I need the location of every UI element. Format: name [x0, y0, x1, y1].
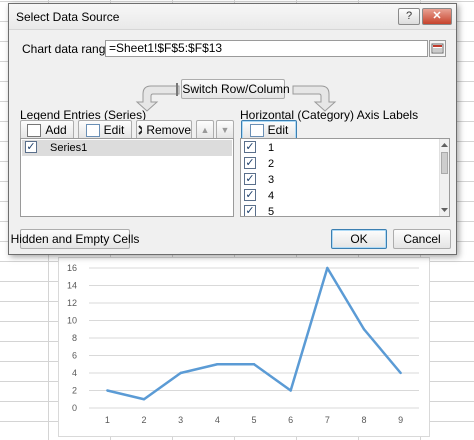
edit-icon	[249, 123, 264, 137]
right-curved-arrow-icon	[292, 85, 337, 112]
help-button[interactable]: ?	[398, 8, 420, 25]
list-item[interactable]: ✓ 4	[242, 188, 438, 204]
y-tick-label: 12	[67, 298, 77, 308]
chart-data-range-input[interactable]: =Sheet1!$F$5:$F$13	[105, 40, 428, 57]
axis-label-checkbox[interactable]: ✓	[244, 173, 256, 185]
data-point	[289, 389, 292, 392]
axis-label-checkbox[interactable]: ✓	[244, 189, 256, 201]
axis-list-scrollbar[interactable]	[439, 139, 449, 216]
data-point	[326, 266, 329, 270]
data-point	[252, 363, 256, 366]
range-select-icon	[431, 43, 444, 54]
data-point	[216, 363, 219, 366]
remove-x-icon	[138, 125, 143, 135]
edit-icon	[85, 123, 100, 137]
switch-row-column-label: Switch Row/Column	[182, 82, 290, 96]
close-button[interactable]: ✕	[422, 8, 452, 25]
data-point	[399, 371, 402, 375]
list-item[interactable]: ✓ 1	[242, 140, 438, 156]
data-point	[106, 389, 109, 392]
axis-label-value: 2	[268, 158, 275, 170]
scroll-thumb[interactable]	[441, 152, 448, 174]
edit-series-button[interactable]: Edit	[78, 120, 132, 140]
add-series-button[interactable]: Add	[20, 120, 74, 140]
move-down-button[interactable]: ▼	[216, 120, 234, 140]
x-tick-label: 8	[361, 415, 366, 425]
data-point	[142, 398, 146, 401]
edit-series-label: Edit	[103, 123, 125, 137]
axis-label-checkbox[interactable]: ✓	[244, 141, 256, 153]
y-tick-label: 10	[67, 316, 77, 326]
collapse-dialog-button[interactable]	[429, 40, 446, 57]
series-label: Series1	[50, 142, 88, 154]
data-point	[179, 371, 182, 375]
y-tick-label: 2	[72, 386, 77, 396]
dialog-title: Select Data Source	[16, 10, 120, 24]
axis-labels-list[interactable]: ✓ 1 ✓ 2 ✓ 3 ✓ 4 ✓ 5	[240, 138, 450, 217]
y-tick-label: 0	[72, 403, 77, 413]
axis-label-value: 4	[268, 190, 275, 202]
cancel-button[interactable]: Cancel	[393, 229, 451, 249]
list-item[interactable]: ✓ 5	[242, 204, 438, 217]
y-tick-label: 8	[72, 333, 77, 343]
scroll-up-icon[interactable]	[440, 141, 449, 149]
switch-icon	[176, 82, 179, 96]
left-curved-arrow-icon	[135, 85, 180, 112]
add-icon	[27, 123, 42, 137]
add-series-label: Add	[45, 123, 67, 137]
y-tick-label: 6	[72, 351, 77, 361]
hidden-empty-cells-button[interactable]: Hidden and Empty Cells	[11, 229, 139, 249]
x-tick-label: 4	[215, 415, 220, 425]
move-up-button[interactable]: ▲	[196, 120, 214, 140]
series-line	[107, 266, 402, 401]
y-tick-label: 16	[67, 263, 77, 273]
edit-axis-label: Edit	[267, 123, 289, 137]
data-point	[362, 328, 366, 331]
list-item[interactable]: ✓ Series1	[22, 140, 232, 156]
scroll-down-icon[interactable]	[440, 206, 449, 214]
x-tick-label: 3	[178, 415, 183, 425]
axis-label-value: 1	[268, 142, 275, 154]
list-item[interactable]: ✓ 3	[242, 172, 438, 188]
chart-data-range-label: Chart data range:	[22, 42, 116, 56]
edit-axis-labels-button[interactable]: Edit	[241, 120, 297, 140]
axis-label-checkbox[interactable]: ✓	[244, 157, 256, 169]
axis-label-value: 5	[268, 206, 275, 217]
legend-entries-list[interactable]: ✓ Series1	[20, 138, 234, 217]
x-tick-label: 7	[325, 415, 330, 425]
chart-plot: 02468101214161 2 3 4 5 6 7 8 9	[67, 263, 419, 425]
x-tick-label: 2	[141, 415, 146, 425]
axis-label-value: 3	[268, 174, 275, 186]
dialog-titlebar[interactable]: Select Data Source ? ✕	[9, 4, 456, 30]
select-data-source-dialog: Select Data Source ? ✕ Chart data range:…	[8, 3, 457, 255]
ok-button[interactable]: OK	[331, 229, 387, 249]
remove-series-button[interactable]: Remove	[136, 120, 192, 140]
line-chart[interactable]: 0 2 4 6 8 10 12 14 16 1 2 3 4 5 6 7 8 9	[58, 257, 430, 437]
switch-row-column-button[interactable]: Switch Row/Column	[176, 79, 290, 99]
axis-label-checkbox[interactable]: ✓	[244, 205, 256, 216]
y-tick-label: 4	[72, 368, 77, 378]
x-tick-label: 9	[398, 415, 403, 425]
y-tick-label: 14	[67, 281, 77, 291]
x-tick-label: 6	[288, 415, 293, 425]
list-item[interactable]: ✓ 2	[242, 156, 438, 172]
x-tick-label: 1	[105, 415, 110, 425]
x-tick-label: 5	[251, 415, 256, 425]
remove-series-label: Remove	[146, 123, 191, 137]
series-checkbox[interactable]: ✓	[25, 141, 37, 153]
